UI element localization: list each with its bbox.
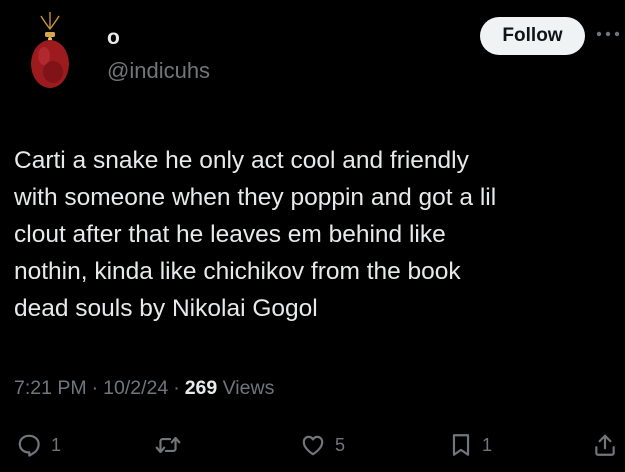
reply-icon bbox=[18, 434, 40, 457]
tweet-text: Carti a snake he only act cool and frien… bbox=[14, 147, 497, 322]
share-button[interactable] bbox=[592, 432, 618, 458]
bookmark-button[interactable]: 1 bbox=[449, 432, 492, 458]
follow-button[interactable]: Follow bbox=[480, 17, 585, 55]
views-count[interactable]: 269 bbox=[185, 377, 218, 399]
tweet-meta: 7:21 PM · 10/2/24 · 269 Views bbox=[14, 377, 274, 400]
tweet: o @indicuhs Follow Carti a snake he only… bbox=[0, 0, 625, 472]
reply-button[interactable]: 1 bbox=[16, 432, 61, 458]
avatar[interactable] bbox=[28, 12, 76, 92]
views-label: Views bbox=[222, 377, 275, 399]
author-display-name[interactable]: o bbox=[107, 26, 120, 50]
author-handle[interactable]: @indicuhs bbox=[107, 58, 210, 84]
tweet-time[interactable]: 7:21 PM bbox=[14, 377, 87, 399]
meta-separator: · bbox=[173, 377, 180, 399]
repost-button[interactable] bbox=[154, 432, 191, 458]
meta-separator: · bbox=[91, 377, 99, 399]
more-horizontal-icon[interactable] bbox=[595, 24, 621, 44]
reply-count: 1 bbox=[51, 434, 62, 455]
like-button[interactable]: 5 bbox=[300, 432, 345, 458]
tweet-date[interactable]: 10/2/24 bbox=[103, 377, 168, 399]
bookmark-count: 1 bbox=[482, 434, 493, 455]
share-icon bbox=[595, 434, 615, 456]
action-bar: 1 5 1 bbox=[0, 432, 625, 472]
like-count: 5 bbox=[335, 434, 346, 455]
repost-icon bbox=[155, 436, 181, 454]
avatar-ornament-icon bbox=[31, 12, 69, 88]
bookmark-icon bbox=[452, 434, 470, 456]
heart-icon bbox=[302, 435, 324, 456]
